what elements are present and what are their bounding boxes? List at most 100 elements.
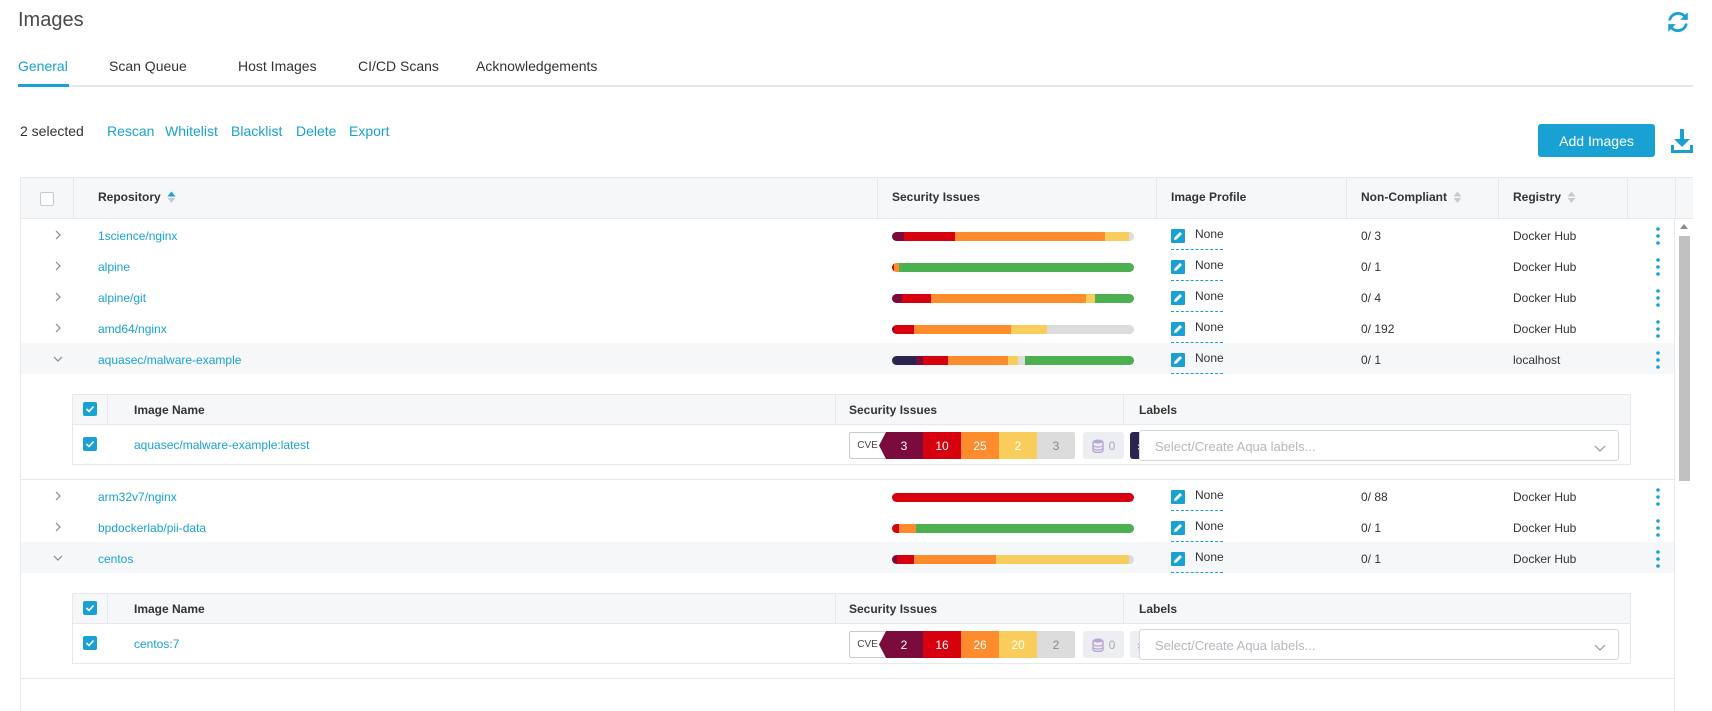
subtable-header: Image Name Security Issues Labels bbox=[73, 395, 1630, 425]
kebab-menu-icon[interactable] bbox=[1650, 350, 1666, 370]
edit-icon bbox=[1171, 322, 1185, 336]
table-row[interactable]: alpine None 0/ 1 Docker Hub bbox=[21, 250, 1676, 284]
severity-count-low[interactable]: 20 bbox=[999, 631, 1037, 658]
page-title: Images bbox=[18, 9, 84, 31]
vertical-scrollbar[interactable] bbox=[1674, 219, 1692, 711]
column-divider bbox=[1123, 395, 1124, 425]
severity-bar bbox=[892, 524, 1134, 533]
table-row[interactable]: amd64/nginx None 0/ 192 Docker Hub bbox=[21, 312, 1676, 346]
severity-count-negligible[interactable]: 3 bbox=[1037, 432, 1075, 459]
chevron-right-icon[interactable] bbox=[52, 229, 64, 241]
severity-segment-low bbox=[1104, 232, 1130, 241]
table-row[interactable]: centos None 0/ 1 Docker Hub bbox=[21, 542, 1676, 576]
chevron-right-icon[interactable] bbox=[52, 322, 64, 334]
col-repository[interactable]: Repository bbox=[98, 190, 176, 204]
column-divider bbox=[107, 395, 108, 425]
col-non-compliant[interactable]: Non-Compliant bbox=[1361, 190, 1462, 204]
column-divider bbox=[107, 594, 108, 624]
kebab-menu-icon[interactable] bbox=[1650, 288, 1666, 308]
severity-segment-ok bbox=[916, 524, 1134, 533]
tab-host-images[interactable]: Host Images bbox=[238, 58, 317, 74]
select-all-images-checkbox[interactable] bbox=[83, 402, 97, 416]
repository-link[interactable]: centos bbox=[98, 552, 133, 566]
chevron-down-icon[interactable] bbox=[52, 552, 64, 564]
tab-acknowledgements[interactable]: Acknowledgements bbox=[476, 58, 597, 74]
severity-count-critical[interactable]: 3 bbox=[879, 432, 923, 459]
image-checkbox[interactable] bbox=[83, 636, 97, 650]
chevron-down-icon[interactable] bbox=[52, 353, 64, 365]
sort-icon bbox=[1567, 191, 1576, 203]
table-row[interactable]: alpine/git None 0/ 4 Docker Hub bbox=[21, 281, 1676, 315]
tab-general[interactable]: General bbox=[18, 58, 68, 74]
repository-link[interactable]: 1science/nginx bbox=[98, 229, 177, 243]
select-all-images-checkbox[interactable] bbox=[83, 601, 97, 615]
severity-segment-high bbox=[896, 555, 914, 564]
repository-link[interactable]: bpdockerlab/pii-data bbox=[98, 521, 206, 535]
chevron-right-icon[interactable] bbox=[52, 521, 64, 533]
kebab-menu-icon[interactable] bbox=[1650, 549, 1666, 569]
severity-count-high[interactable]: 10 bbox=[923, 432, 961, 459]
expanded-image-panel: Image Name Security Issues Labels aquasec/m… bbox=[21, 374, 1676, 480]
tab-cicd-scans[interactable]: CI/CD Scans bbox=[358, 58, 439, 74]
col-registry[interactable]: Registry bbox=[1513, 190, 1576, 204]
table-row[interactable]: 1science/nginx None 0/ 3 Docker Hub bbox=[21, 219, 1676, 253]
scroll-thumb[interactable] bbox=[1679, 236, 1690, 481]
refresh-icon[interactable] bbox=[1665, 9, 1691, 35]
select-all-checkbox[interactable] bbox=[40, 192, 54, 206]
add-images-button[interactable]: Add Images bbox=[1538, 124, 1655, 157]
image-name-link[interactable]: aquasec/malware-example:latest bbox=[134, 438, 309, 452]
severity-segment-high bbox=[901, 294, 931, 303]
severity-bar bbox=[892, 294, 1134, 303]
severity-segment-critical bbox=[892, 232, 905, 241]
sensitive-data-badge[interactable]: 0 bbox=[1083, 432, 1124, 459]
table-row[interactable]: aquasec/malware-example None 0/ 1 localhost bbox=[21, 343, 1676, 377]
severity-count-critical[interactable]: 2 bbox=[879, 631, 923, 658]
rescan-link[interactable]: Rescan bbox=[107, 123, 154, 139]
non-compliant-count: 0/ 192 bbox=[1361, 322, 1395, 336]
registry-name: Docker Hub bbox=[1513, 552, 1577, 566]
download-icon[interactable] bbox=[1669, 127, 1695, 155]
delete-link[interactable]: Delete bbox=[296, 123, 336, 139]
severity-count-negligible[interactable]: 2 bbox=[1037, 631, 1075, 658]
column-divider bbox=[73, 178, 74, 219]
registry-name: localhost bbox=[1513, 353, 1561, 367]
severity-count-medium[interactable]: 26 bbox=[961, 631, 999, 658]
tab-scan-queue[interactable]: Scan Queue bbox=[109, 58, 187, 74]
col-image-name: Image Name bbox=[134, 602, 205, 616]
column-divider bbox=[1156, 178, 1157, 219]
kebab-menu-icon[interactable] bbox=[1650, 487, 1666, 507]
kebab-menu-icon[interactable] bbox=[1650, 257, 1666, 277]
kebab-menu-icon[interactable] bbox=[1650, 518, 1666, 538]
image-name-link[interactable]: centos:7 bbox=[134, 637, 179, 651]
severity-segment-medium bbox=[913, 555, 997, 564]
table-row[interactable]: arm32v7/nginx None 0/ 88 Docker Hub bbox=[21, 480, 1676, 514]
repository-link[interactable]: alpine/git bbox=[98, 291, 146, 305]
kebab-menu-icon[interactable] bbox=[1650, 319, 1666, 339]
column-divider bbox=[1123, 594, 1124, 624]
severity-segment-ok bbox=[1025, 356, 1134, 365]
image-checkbox[interactable] bbox=[83, 437, 97, 451]
repository-link[interactable]: arm32v7/nginx bbox=[98, 490, 177, 504]
sensitive-data-badge[interactable]: 0 bbox=[1083, 631, 1124, 658]
severity-count-low[interactable]: 2 bbox=[999, 432, 1037, 459]
chevron-right-icon[interactable] bbox=[52, 490, 64, 502]
table-row[interactable]: bpdockerlab/pii-data None 0/ 1 Docker Hub bbox=[21, 511, 1676, 545]
subtable-header: Image Name Security Issues Labels bbox=[73, 594, 1630, 624]
labels-select[interactable]: Select/Create Aqua labels... bbox=[1139, 629, 1619, 660]
severity-count-medium[interactable]: 25 bbox=[961, 432, 999, 459]
repository-link[interactable]: alpine bbox=[98, 260, 130, 274]
whitelist-link[interactable]: Whitelist bbox=[165, 123, 218, 139]
repository-link[interactable]: aquasec/malware-example bbox=[98, 353, 241, 367]
labels-select[interactable]: Select/Create Aqua labels... bbox=[1139, 430, 1619, 461]
export-link[interactable]: Export bbox=[349, 123, 389, 139]
chevron-right-icon[interactable] bbox=[52, 291, 64, 303]
database-icon bbox=[1091, 439, 1104, 453]
blacklist-link[interactable]: Blacklist bbox=[231, 123, 282, 139]
kebab-menu-icon[interactable] bbox=[1650, 226, 1666, 246]
scroll-up-arrow[interactable] bbox=[1680, 224, 1688, 229]
chevron-right-icon[interactable] bbox=[52, 260, 64, 272]
repository-link[interactable]: amd64/nginx bbox=[98, 322, 167, 336]
severity-count-high[interactable]: 16 bbox=[923, 631, 961, 658]
column-divider bbox=[835, 594, 836, 624]
non-compliant-count: 0/ 1 bbox=[1361, 552, 1382, 566]
